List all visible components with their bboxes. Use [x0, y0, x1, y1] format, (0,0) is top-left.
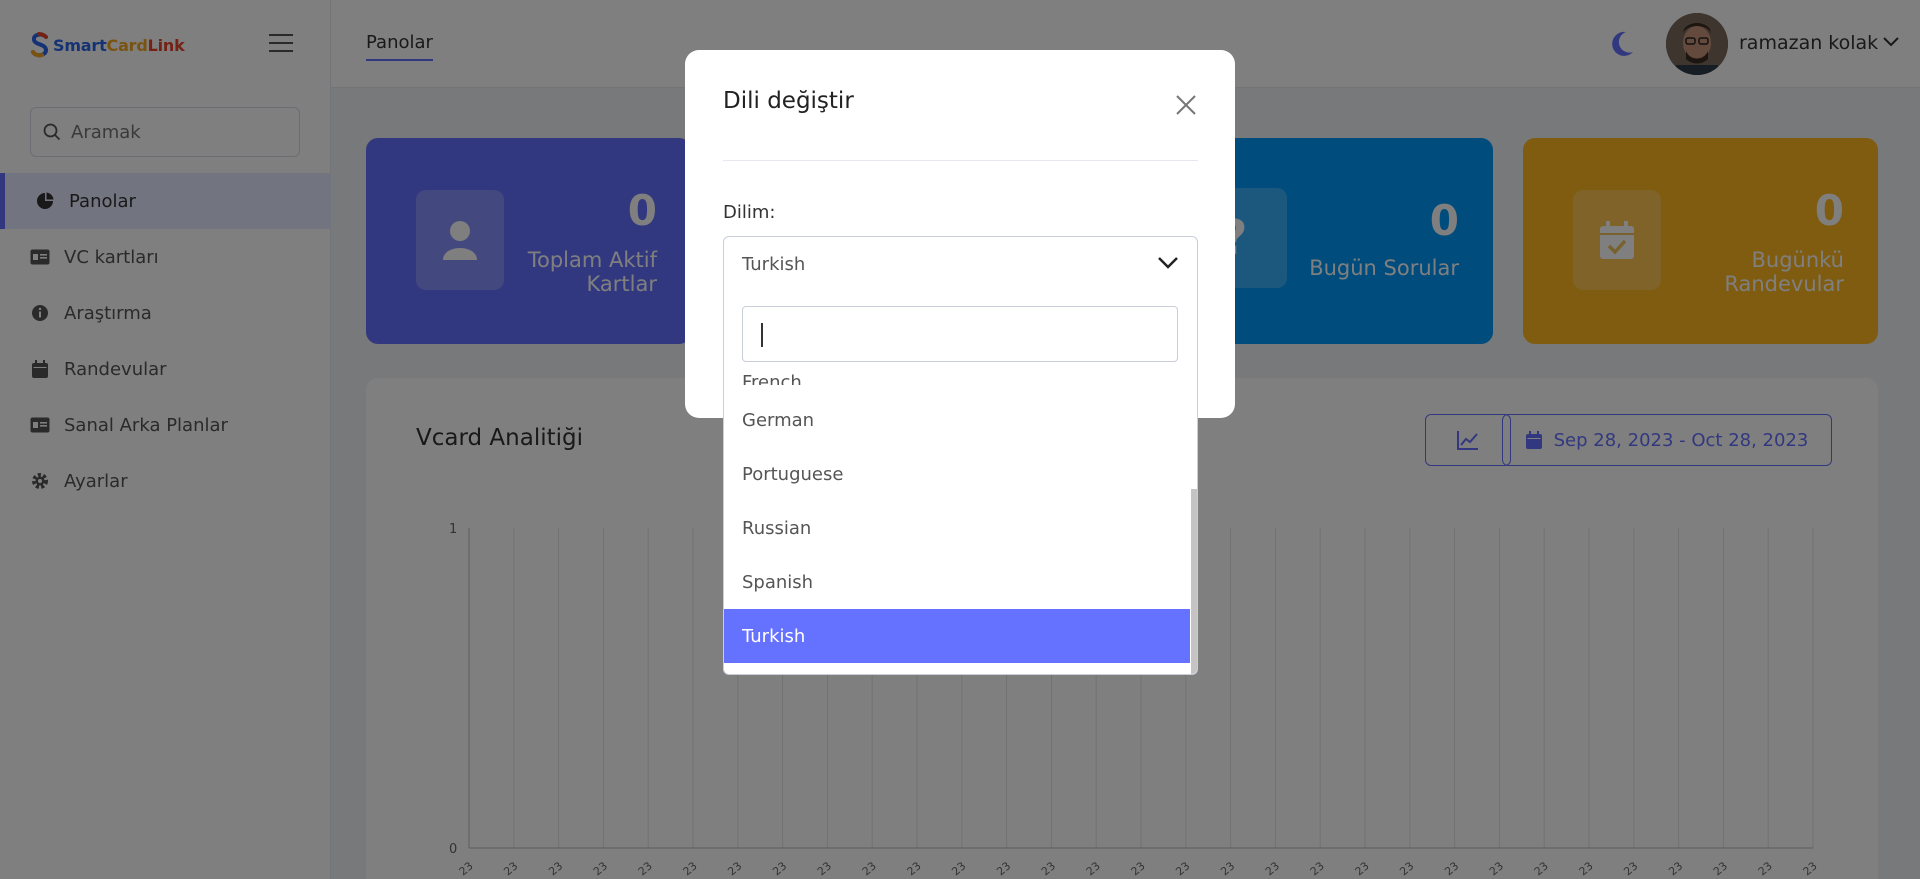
dropdown-scrollbar[interactable]	[1191, 489, 1197, 674]
modal-title: Dili değiştir	[723, 88, 854, 114]
close-icon[interactable]	[1175, 94, 1197, 116]
option-turkish[interactable]: Turkish	[724, 609, 1190, 663]
language-select-value: Turkish	[742, 253, 806, 275]
language-label: Dilim:	[723, 202, 776, 223]
option-russian[interactable]: Russian	[724, 501, 1190, 555]
dropdown-search-input[interactable]	[742, 306, 1178, 362]
chevron-down-icon	[1158, 257, 1178, 269]
language-select[interactable]: Turkish	[723, 236, 1198, 292]
option-portuguese[interactable]: Portuguese	[724, 447, 1190, 501]
option-french[interactable]: French	[724, 363, 1190, 385]
text-caret	[761, 323, 763, 347]
modal-divider	[723, 160, 1198, 161]
language-dropdown: French German Portuguese Russian Spanish…	[723, 291, 1198, 675]
language-options-list[interactable]: French German Portuguese Russian Spanish…	[724, 363, 1190, 674]
option-spanish[interactable]: Spanish	[724, 555, 1190, 609]
option-german[interactable]: German	[724, 393, 1190, 447]
